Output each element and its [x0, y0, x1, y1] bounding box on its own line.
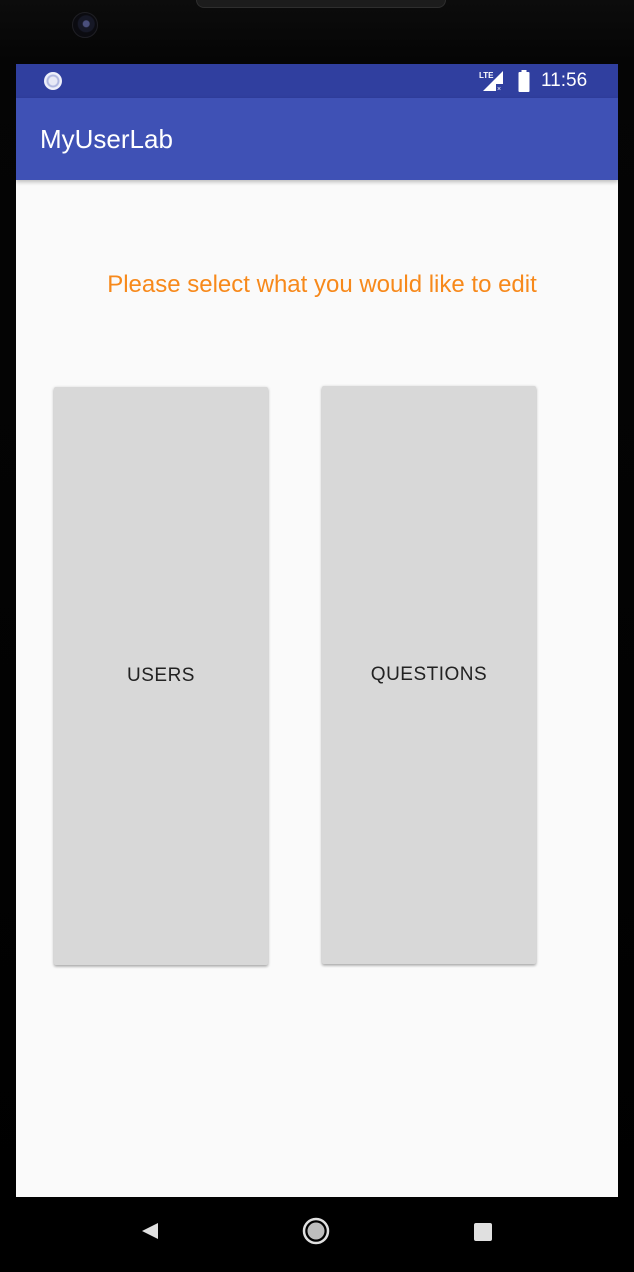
phone-device: LTE × 11:56 MyUserLab Please select what…: [0, 0, 634, 1272]
svg-text:×: ×: [497, 86, 501, 92]
front-camera: [72, 12, 98, 38]
earpiece-speaker: [196, 0, 446, 8]
questions-button[interactable]: QUESTIONS: [322, 386, 536, 964]
sync-icon: [44, 72, 62, 90]
navigation-bar: [0, 1197, 634, 1272]
selection-prompt: Please select what you would like to edi…: [107, 271, 537, 298]
home-icon[interactable]: [302, 1217, 330, 1245]
app-screen: LTE × 11:56 MyUserLab Please select what…: [16, 64, 618, 1197]
status-time: 11:56: [541, 70, 588, 91]
status-bar: LTE × 11:56: [16, 64, 618, 98]
recents-icon[interactable]: [474, 1223, 492, 1241]
app-bar: MyUserLab: [16, 98, 618, 180]
users-button[interactable]: USERS: [54, 387, 268, 965]
lte-label: LTE: [479, 71, 494, 80]
back-icon[interactable]: [141, 1222, 159, 1240]
app-title: MyUserLab: [40, 124, 173, 154]
lte-signal-icon: LTE ×: [479, 71, 504, 92]
battery-icon: [518, 70, 530, 92]
